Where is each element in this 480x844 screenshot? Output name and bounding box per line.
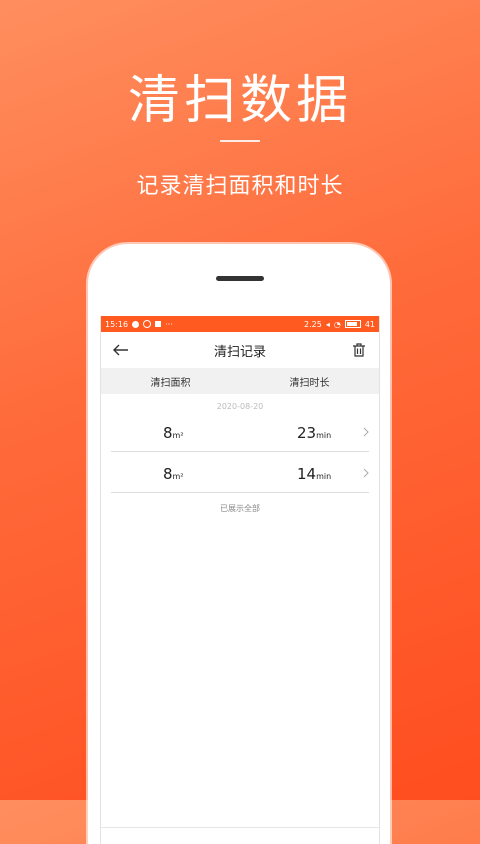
area-value: 8 [163,465,173,483]
battery-level: 41 [364,319,375,329]
record-date: 2020-08-20 [216,402,264,411]
record-duration: 14min [297,465,331,483]
hero-divider [220,140,260,142]
list-end-note: 已展示全部 [220,504,260,513]
status-time: 15:16 [105,319,129,329]
notification-icon [132,320,140,328]
header-area: 清扫面积 [150,377,191,389]
phone-screen: 15:16 ··· 2.25 ◂ ◔ 41 清扫记录 清扫面积 清扫时长 202… [100,316,380,844]
record-area: 8m² [163,424,184,442]
trash-icon [352,343,365,357]
chevron-right-icon [363,468,369,478]
more-dots-icon: ··· [165,319,173,329]
record-row[interactable]: 8m² 23min [111,415,369,452]
duration-value: 14 [297,465,317,483]
area-value: 8 [163,424,173,442]
header-duration: 清扫时长 [289,377,330,389]
record-area: 8m² [163,465,184,483]
phone-frame: 15:16 ··· 2.25 ◂ ◔ 41 清扫记录 清扫面积 清扫时长 202… [88,244,390,844]
delete-button[interactable] [349,340,369,360]
duration-value: 23 [297,424,317,442]
battery-icon [344,320,361,328]
network-speed: 2.25 [304,319,322,329]
bottom-divider [101,827,379,828]
duration-unit: min [316,431,332,440]
phone-speaker [216,276,264,281]
area-unit: m² [172,472,184,481]
hero-title: 清扫数据 [127,71,352,131]
record-duration: 23min [297,424,331,442]
duration-unit: min [316,472,332,481]
area-unit: m² [172,431,184,440]
back-button[interactable] [111,340,131,360]
nav-bar: 清扫记录 [101,332,379,368]
back-arrow-icon [113,344,128,356]
page-title: 清扫记录 [213,344,266,360]
status-bar: 15:16 ··· 2.25 ◂ ◔ 41 [101,316,379,332]
record-row[interactable]: 8m² 14min [111,456,369,493]
chevron-right-icon [363,427,369,437]
wifi-icon: ◔ [333,319,341,329]
mute-icon: ◂ [325,319,330,329]
table-header: 清扫面积 清扫时长 [101,368,379,394]
app-icon [155,321,162,327]
hero-subtitle: 记录清扫面积和时长 [136,174,344,199]
circle-icon [143,320,152,328]
